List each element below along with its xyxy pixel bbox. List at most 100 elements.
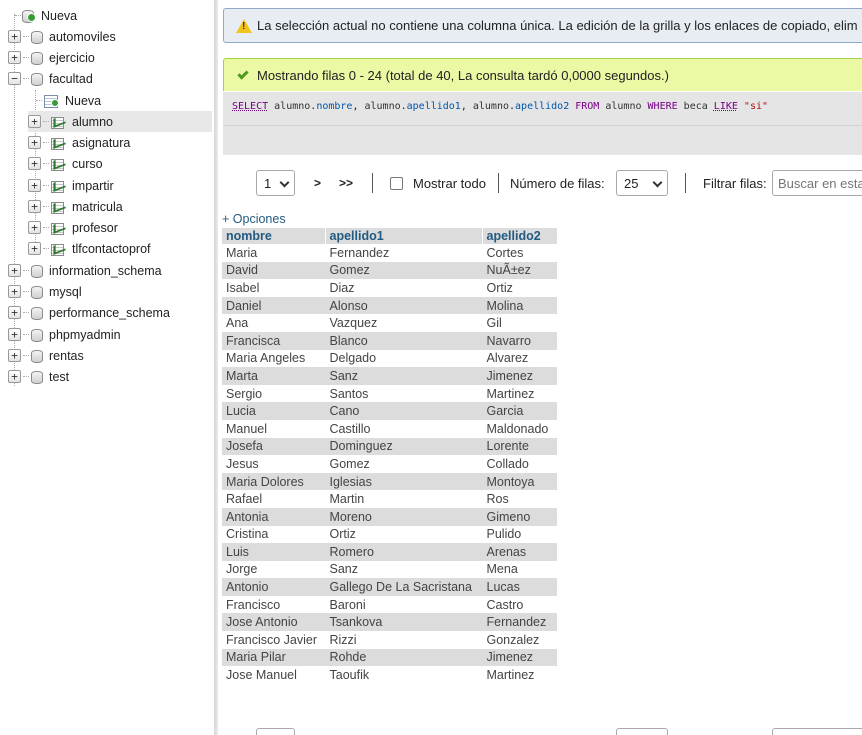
db-label[interactable]: mysql — [49, 285, 82, 299]
table-row[interactable]: Antonio Gallego De La Sacristana Lucas — [222, 578, 557, 596]
table-label[interactable]: profesor — [72, 221, 118, 235]
table-label[interactable]: alumno — [72, 115, 113, 129]
table-row[interactable]: Daniel Alonso Molina — [222, 296, 557, 315]
show-all-label[interactable]: Mostrar todo — [413, 176, 486, 191]
table-cell-nombre: Maria Dolores — [222, 472, 325, 491]
table-row[interactable]: Jesus Gomez Collado — [222, 455, 557, 473]
sidebar-db-automoviles[interactable]: + automoviles — [8, 26, 116, 47]
expand-icon[interactable]: + — [8, 349, 21, 362]
sidebar-new-database[interactable]: Nueva — [15, 5, 77, 26]
db-label[interactable]: rentas — [49, 349, 84, 363]
expand-icon[interactable]: + — [28, 221, 41, 234]
expand-icon[interactable]: + — [8, 264, 21, 277]
table-row[interactable]: Francisco Javier Rizzi Gonzalez — [222, 631, 557, 649]
table-row[interactable]: Luis Romero Arenas — [222, 543, 557, 561]
table-row[interactable]: Maria Pilar Rohde Jimenez — [222, 648, 557, 667]
table-row[interactable]: Isabel Diaz Ortiz — [222, 279, 557, 297]
sidebar-db-information-schema[interactable]: + information_schema — [8, 260, 162, 281]
table-row[interactable]: Francisca Blanco Navarro — [222, 331, 557, 350]
table-row[interactable]: Lucia Cano Garcia — [222, 402, 557, 420]
sidebar-db-phpmyadmin[interactable]: + phpmyadmin — [8, 324, 121, 345]
sidebar-db-test[interactable]: + test — [8, 366, 69, 387]
table-icon — [50, 200, 66, 214]
table-row[interactable]: Sergio Santos Martinez — [222, 385, 557, 403]
expand-icon[interactable]: + — [28, 200, 41, 213]
table-cell-apellido1: Rohde — [325, 648, 482, 667]
expand-icon[interactable]: + — [28, 242, 41, 255]
expand-icon[interactable]: + — [8, 51, 21, 64]
table-row[interactable]: Francisco Baroni Castro — [222, 596, 557, 614]
expand-icon[interactable]: + — [28, 179, 41, 192]
column-header-apellido1[interactable]: apellido1 — [325, 228, 483, 244]
next-page-button[interactable]: > — [314, 176, 321, 190]
table-row[interactable]: Jose Manuel Taoufik Martinez — [222, 666, 557, 684]
rows-per-page-select[interactable]: 25 — [616, 170, 668, 196]
table-row[interactable]: Maria Dolores Iglesias Montoya — [222, 472, 557, 491]
db-label[interactable]: automoviles — [49, 30, 116, 44]
sidebar-table-impartir[interactable]: + impartir — [28, 175, 114, 196]
last-page-button[interactable]: >> — [339, 176, 353, 190]
table-label[interactable]: asignatura — [72, 136, 130, 150]
show-all-checkbox[interactable] — [390, 177, 403, 190]
sql-query[interactable]: SELECT alumno.nombre, alumno.apellido1, … — [232, 101, 768, 112]
sidebar-table-matricula[interactable]: + matricula — [28, 196, 123, 217]
table-label[interactable]: tlfcontactoprof — [72, 242, 151, 256]
sidebar-db-mysql[interactable]: + mysql — [8, 281, 82, 302]
sidebar-db-ejercicio[interactable]: + ejercicio — [8, 47, 95, 68]
sql-keyword[interactable]: LIKE — [714, 101, 738, 112]
db-label[interactable]: phpmyadmin — [49, 328, 121, 342]
filter-rows-input[interactable] — [772, 728, 862, 735]
table-row[interactable]: David Gomez NuÃ±ez — [222, 261, 557, 280]
sidebar-table-curso[interactable]: + curso — [28, 153, 103, 174]
sidebar-table-profesor[interactable]: + profesor — [28, 217, 118, 238]
table-label[interactable]: curso — [72, 157, 103, 171]
table-row[interactable]: Marta Sanz Jimenez — [222, 367, 557, 385]
rows-per-page-select[interactable] — [616, 728, 668, 735]
sidebar-db-performance-schema[interactable]: + performance_schema — [8, 302, 170, 323]
options-link[interactable]: + Opciones — [222, 212, 286, 226]
table-row[interactable]: Josefa Dominguez Lorente — [222, 437, 557, 456]
table-row[interactable]: Ana Vazquez Gil — [222, 314, 557, 332]
table-row[interactable]: Jorge Sanz Mena — [222, 561, 557, 579]
sidebar-table-alumno[interactable]: + alumno — [28, 111, 212, 132]
expand-icon[interactable]: + — [28, 157, 41, 170]
sidebar-db-facultad[interactable]: − facultad — [8, 68, 93, 89]
db-label[interactable]: test — [49, 370, 69, 384]
db-label[interactable]: ejercicio — [49, 51, 95, 65]
expand-icon[interactable]: + — [28, 115, 41, 128]
table-row[interactable]: Maria Fernandez Cortes — [222, 244, 557, 262]
expand-icon[interactable]: + — [8, 370, 21, 383]
page-select[interactable]: 1 — [256, 170, 295, 196]
db-label[interactable]: information_schema — [49, 264, 162, 278]
sidebar-new-table[interactable]: Nueva — [36, 90, 101, 111]
database-icon — [30, 328, 43, 342]
expand-icon[interactable]: + — [8, 285, 21, 298]
table-label[interactable]: matricula — [72, 200, 123, 214]
db-label[interactable]: facultad — [49, 72, 93, 86]
page-select[interactable] — [256, 728, 295, 735]
table-cell-nombre: Maria Angeles — [226, 351, 306, 366]
table-cell-apellido2: Navarro — [482, 331, 557, 350]
collapse-icon[interactable]: − — [8, 72, 21, 85]
column-header-apellido2[interactable]: apellido2 — [482, 228, 558, 244]
table-row[interactable]: Maria Angeles Delgado Alvarez — [222, 350, 557, 368]
sql-keyword[interactable]: SELECT — [232, 101, 268, 112]
filter-rows-input[interactable]: Buscar en esta — [772, 170, 862, 196]
sidebar-table-asignatura[interactable]: + asignatura — [28, 132, 130, 153]
table-row[interactable]: Antonia Moreno Gimeno — [222, 507, 557, 526]
table-row[interactable]: Manuel Castillo Maldonado — [222, 420, 557, 438]
expand-icon[interactable]: + — [8, 306, 21, 319]
expand-icon[interactable]: + — [28, 136, 41, 149]
table-cell-apellido2: Molina — [482, 296, 557, 315]
table-row[interactable]: Cristina Ortiz Pulido — [222, 526, 557, 544]
db-label[interactable]: performance_schema — [49, 306, 170, 320]
column-header-nombre[interactable]: nombre — [222, 228, 326, 244]
sidebar-db-rentas[interactable]: + rentas — [8, 345, 84, 366]
expand-icon[interactable]: + — [8, 328, 21, 341]
table-label[interactable]: impartir — [72, 179, 114, 193]
sidebar-table-tlfcontactoprof[interactable]: + tlfcontactoprof — [28, 238, 151, 259]
table-row[interactable]: Rafael Martin Ros — [222, 490, 557, 508]
table-cell-apellido2: Pulido — [486, 527, 522, 542]
expand-icon[interactable]: + — [8, 30, 21, 43]
table-row[interactable]: Jose Antonio Tsankova Fernandez — [222, 613, 557, 632]
